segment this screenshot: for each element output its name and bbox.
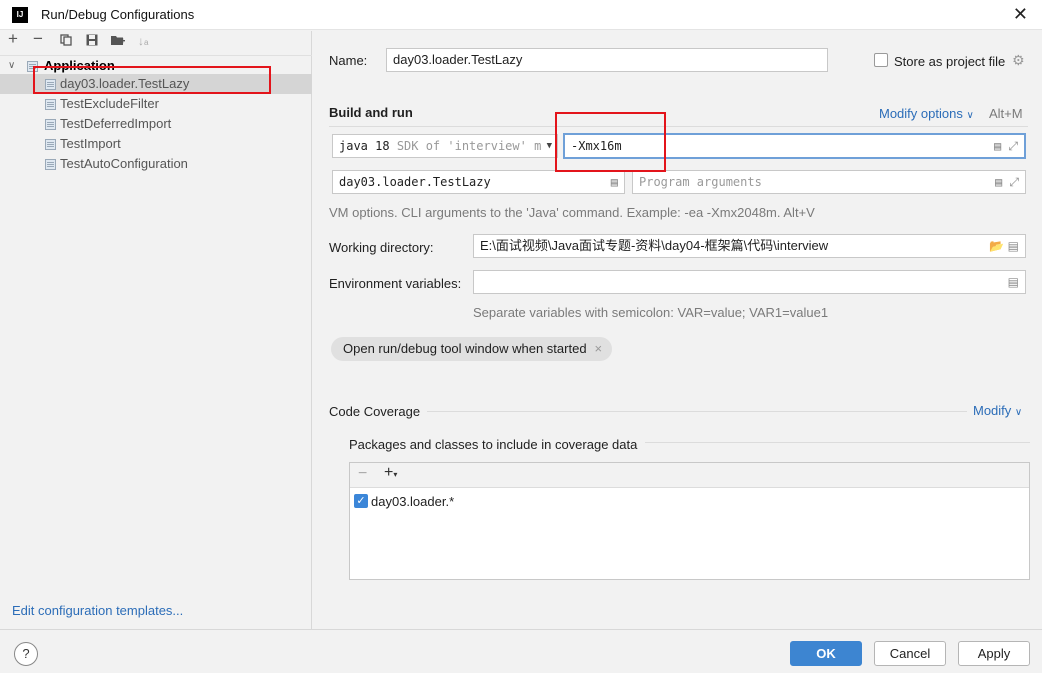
expand-icon[interactable]: ▤ ⤢ <box>994 135 1018 157</box>
expand-icon[interactable]: ▤ ⤢ <box>995 171 1019 193</box>
copy-icon[interactable] <box>60 33 72 49</box>
env-label: Environment variables: <box>329 276 462 291</box>
option-chip[interactable]: Open run/debug tool window when started × <box>331 337 613 361</box>
modify-options-link[interactable]: Modify options ∨ <box>879 106 974 121</box>
tree-item[interactable]: TestDeferredImport <box>0 114 312 134</box>
tree-item[interactable]: TestImport <box>0 134 312 154</box>
sort-icon[interactable]: ↓a <box>138 33 148 51</box>
coverage-subheading: Packages and classes to include in cover… <box>349 437 638 452</box>
coverage-modify-label: Modify <box>973 403 1012 418</box>
working-dir-input[interactable]: E:\面试视频\Java面试专题-资料\day04-框架篇\代码\intervi… <box>473 234 1026 258</box>
modify-options-shortcut: Alt+M <box>989 106 1023 121</box>
store-label: Store as project file <box>894 54 1006 69</box>
working-dir-value: E:\面试视频\Java面试专题-资料\day04-框架篇\代码\intervi… <box>480 238 829 253</box>
dropdown-arrow-icon: ▼ <box>546 141 552 151</box>
divider <box>427 411 967 412</box>
list-item-label: day03.loader.* <box>371 494 455 509</box>
config-tree: ∨ Application day03.loader.TestLazy Test… <box>0 55 312 171</box>
add-icon[interactable]: + <box>8 30 18 47</box>
coverage-modify-link[interactable]: Modify ∨ <box>973 403 1022 418</box>
sidebar-toolbar: + − ↓a <box>0 30 312 53</box>
tree-item-label: TestImport <box>60 136 121 151</box>
config-icon <box>45 99 56 110</box>
jdk-select[interactable]: java 18 SDK of 'interview' m ▼ <box>332 134 558 158</box>
chevron-down-icon: ∨ <box>1014 407 1023 418</box>
edit-icon[interactable]: ▤ <box>1008 271 1019 293</box>
ok-button[interactable]: OK <box>790 641 862 666</box>
add-icon[interactable]: +▾ <box>384 464 397 482</box>
tree-item-label: TestExcludeFilter <box>60 96 159 111</box>
intellij-app-icon: IJ <box>12 7 28 23</box>
chevron-down-icon: ∨ <box>966 110 974 121</box>
check-icon[interactable]: ✓ <box>354 494 368 508</box>
main-class-value: day03.loader.TestLazy <box>339 175 491 189</box>
folder-add-icon[interactable] <box>111 33 125 49</box>
main-class-input[interactable]: day03.loader.TestLazy ▤ <box>332 170 625 194</box>
jdk-value: java 18 <box>339 139 390 153</box>
tree-item[interactable]: TestExcludeFilter <box>0 94 312 114</box>
config-icon <box>45 159 56 170</box>
window-title: Run/Debug Configurations <box>41 7 195 22</box>
help-button[interactable]: ? <box>14 642 38 666</box>
tree-item-label: TestDeferredImport <box>60 116 172 131</box>
divider <box>645 442 1030 443</box>
build-run-heading: Build and run <box>329 105 413 120</box>
highlight-box <box>33 66 271 94</box>
coverage-list: − +▾ ✓ day03.loader.* <box>349 462 1030 580</box>
tree-item-label: TestAutoConfiguration <box>60 156 188 171</box>
name-input[interactable]: day03.loader.TestLazy <box>386 48 828 72</box>
config-form: Name: day03.loader.TestLazy Store as pro… <box>313 31 1042 629</box>
close-icon[interactable]: × <box>595 341 603 356</box>
gear-icon[interactable]: ⚙ <box>1012 52 1025 69</box>
jdk-hint: SDK of 'interview' m <box>396 139 542 153</box>
browse-icon[interactable]: ▤ <box>611 171 618 193</box>
dialog-footer: ? OK Cancel Apply <box>0 629 1042 673</box>
cancel-button[interactable]: Cancel <box>874 641 946 666</box>
config-icon <box>45 119 56 130</box>
config-icon <box>45 139 56 150</box>
env-hint: Separate variables with semicolon: VAR=v… <box>473 305 829 320</box>
coverage-toolbar: − +▾ <box>350 463 1029 488</box>
name-label: Name: <box>329 53 368 68</box>
env-input[interactable]: ▤ <box>473 270 1026 294</box>
title-bar: IJ Run/Debug Configurations ✕ <box>0 0 1042 30</box>
remove-icon[interactable]: − <box>358 465 367 483</box>
chevron-down-icon[interactable]: ∨ <box>8 56 15 76</box>
store-checkbox[interactable] <box>874 53 888 67</box>
tree-item[interactable]: TestAutoConfiguration <box>0 154 312 174</box>
highlight-box <box>555 112 666 172</box>
config-sidebar: + − ↓a ∨ Application day03.loader.TestLa… <box>0 30 312 629</box>
chip-label: Open run/debug tool window when started <box>343 341 587 356</box>
program-args-input[interactable]: Program arguments ▤ ⤢ <box>632 170 1026 194</box>
coverage-heading: Code Coverage <box>329 404 421 419</box>
modify-options-label: Modify options <box>879 106 963 121</box>
apply-button[interactable]: Apply <box>958 641 1030 666</box>
divider <box>329 126 1028 127</box>
program-args-placeholder: Program arguments <box>639 175 762 189</box>
edit-templates-link[interactable]: Edit configuration templates... <box>12 603 183 618</box>
working-dir-label: Working directory: <box>329 240 434 255</box>
save-icon[interactable] <box>86 33 98 49</box>
close-icon[interactable]: ✕ <box>1013 5 1028 23</box>
folder-icon[interactable]: 📂 ▤ <box>989 235 1019 257</box>
vm-hint: VM options. CLI arguments to the 'Java' … <box>329 205 815 220</box>
remove-icon[interactable]: − <box>33 30 43 47</box>
